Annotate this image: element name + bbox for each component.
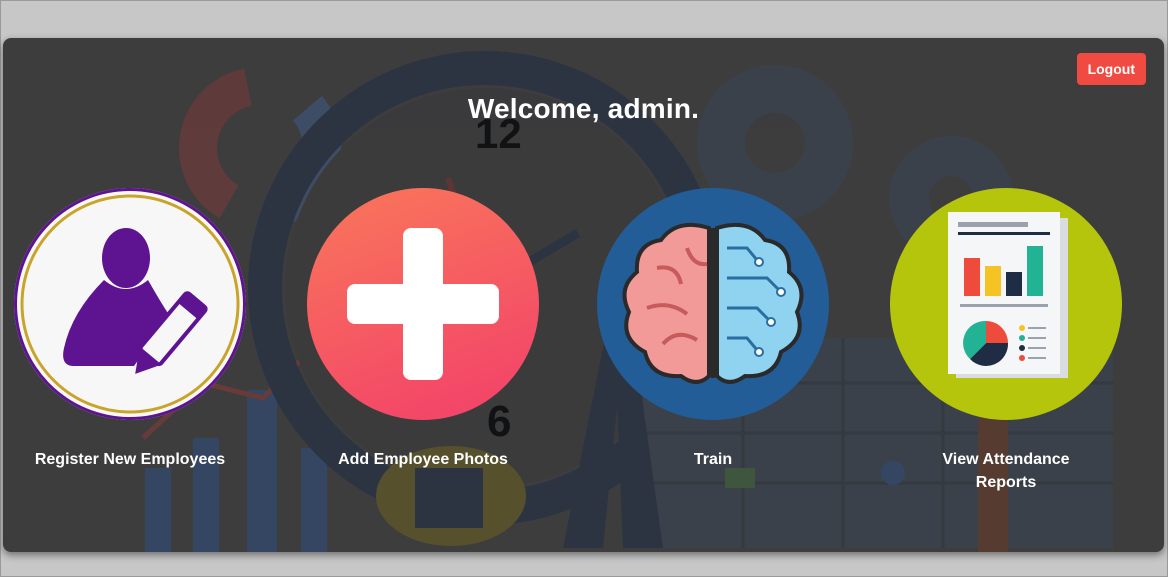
train-circle[interactable] [597, 188, 829, 420]
plus-icon [347, 228, 499, 380]
reports-circle[interactable] [890, 188, 1122, 420]
welcome-heading: Welcome, admin. [467, 93, 700, 124]
add-employee-photos-label: Add Employee Photos [338, 451, 508, 468]
view-attendance-reports-card[interactable]: View Attendance Reports [886, 188, 1126, 494]
register-new-employees-card[interactable]: Register New Employees [10, 188, 250, 471]
dashboard-panel: 12 6 Welcome, admin. Logout Register New… [3, 38, 1164, 552]
report-icon [948, 212, 1068, 378]
brain-icon [622, 223, 804, 384]
view-attendance-reports-label: View Attendance Reports [942, 451, 1070, 491]
register-user-icon [20, 194, 240, 414]
add-photos-circle[interactable] [307, 188, 539, 420]
train-card[interactable]: Train [593, 188, 833, 471]
train-label: Train [693, 451, 733, 468]
register-circle[interactable] [14, 188, 246, 420]
logout-button[interactable]: Logout [1076, 53, 1146, 85]
register-new-employees-label: Register New Employees [34, 451, 226, 468]
add-employee-photos-card[interactable]: Add Employee Photos [303, 188, 543, 471]
